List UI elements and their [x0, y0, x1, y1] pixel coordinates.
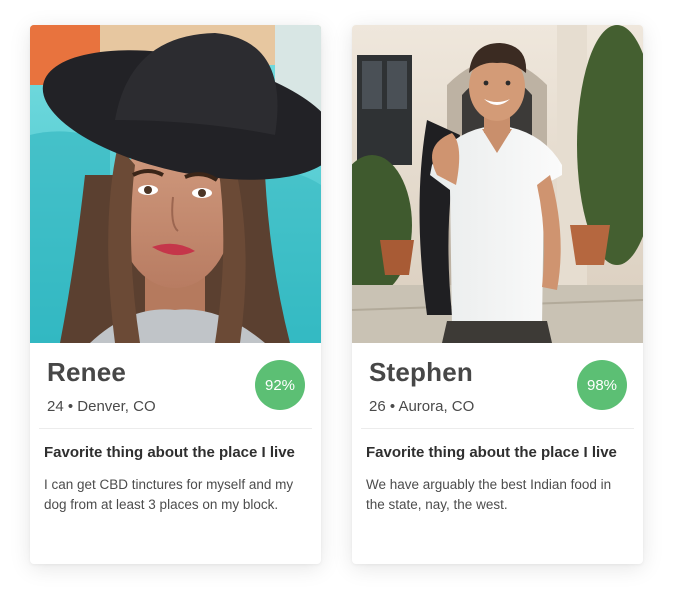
profile-age-location: 26 • Aurora, CO — [369, 398, 475, 415]
prompt-answer: We have arguably the best Indian food in… — [366, 477, 612, 512]
profile-prompt-section: Favorite thing about the place I live We… — [352, 429, 643, 515]
prompt-question: Favorite thing about the place I live — [44, 444, 295, 461]
profile-prompt-section: Favorite thing about the place I live I … — [30, 429, 321, 515]
profile-card-renee[interactable]: Renee 24 • Denver, CO 92% Favorite thing… — [30, 25, 321, 564]
match-score-badge: 98% — [577, 360, 627, 410]
profile-name: Renee — [47, 357, 127, 387]
prompt-answer: I can get CBD tinctures for myself and m… — [44, 477, 294, 512]
profile-photo-stephen — [352, 25, 643, 343]
profile-cards-stage: Renee 24 • Denver, CO 92% Favorite thing… — [0, 0, 673, 590]
profile-age-location: 24 • Denver, CO — [47, 398, 156, 415]
match-score-badge: 92% — [255, 360, 305, 410]
profile-photo-renee — [30, 25, 321, 343]
profile-card-stephen[interactable]: Stephen 26 • Aurora, CO 98% Favorite thi… — [352, 25, 643, 564]
prompt-question: Favorite thing about the place I live — [366, 444, 617, 461]
profile-name: Stephen — [369, 357, 473, 387]
